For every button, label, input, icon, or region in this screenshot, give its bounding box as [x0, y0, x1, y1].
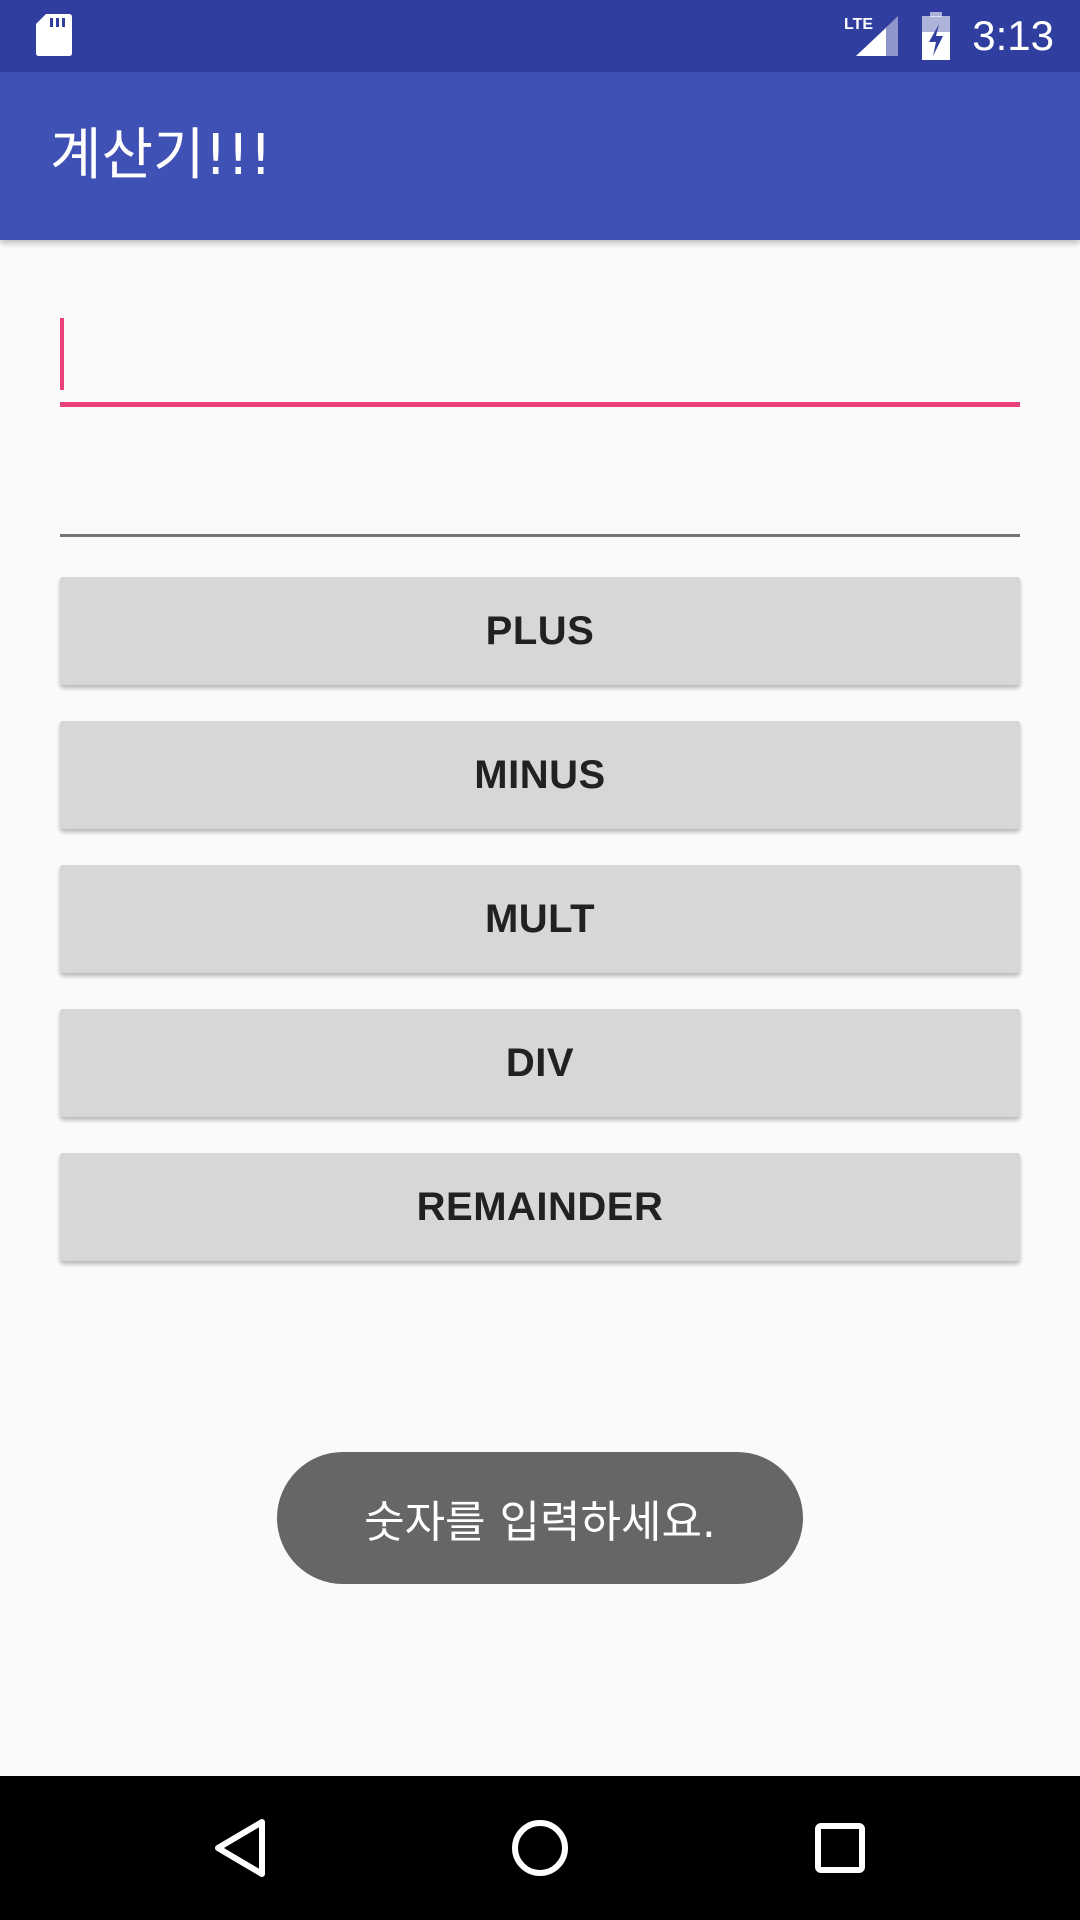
- first-number-field[interactable]: [60, 316, 1020, 407]
- back-icon[interactable]: [190, 1798, 290, 1898]
- status-time: 3:13: [972, 12, 1054, 59]
- sd-card-icon: [36, 14, 72, 56]
- recents-icon[interactable]: [790, 1798, 890, 1898]
- toast-text: 숫자를 입력하세요.: [364, 1497, 716, 1548]
- navigation-bar: [0, 1776, 1080, 1920]
- app-bar: 계산기!!!: [0, 72, 1080, 240]
- battery-charging-icon: [922, 12, 950, 60]
- lte-signal-icon: LTE: [844, 16, 898, 56]
- second-number-input[interactable]: [60, 448, 1020, 534]
- home-icon[interactable]: [490, 1798, 590, 1898]
- toast-message: 숫자를 입력하세요.: [277, 1452, 803, 1584]
- mult-button[interactable]: MULT: [60, 865, 1020, 973]
- second-number-field[interactable]: [60, 448, 1020, 537]
- div-button[interactable]: DIV: [60, 1009, 1020, 1117]
- app-title: 계산기!!!: [50, 123, 272, 188]
- minus-button[interactable]: MINUS: [60, 721, 1020, 829]
- remainder-button[interactable]: REMAINDER: [60, 1153, 1020, 1261]
- network-label: LTE: [844, 16, 873, 33]
- status-bar: LTE 3:13: [0, 0, 1080, 72]
- first-number-input[interactable]: [60, 316, 1020, 402]
- plus-button[interactable]: PLUS: [60, 577, 1020, 685]
